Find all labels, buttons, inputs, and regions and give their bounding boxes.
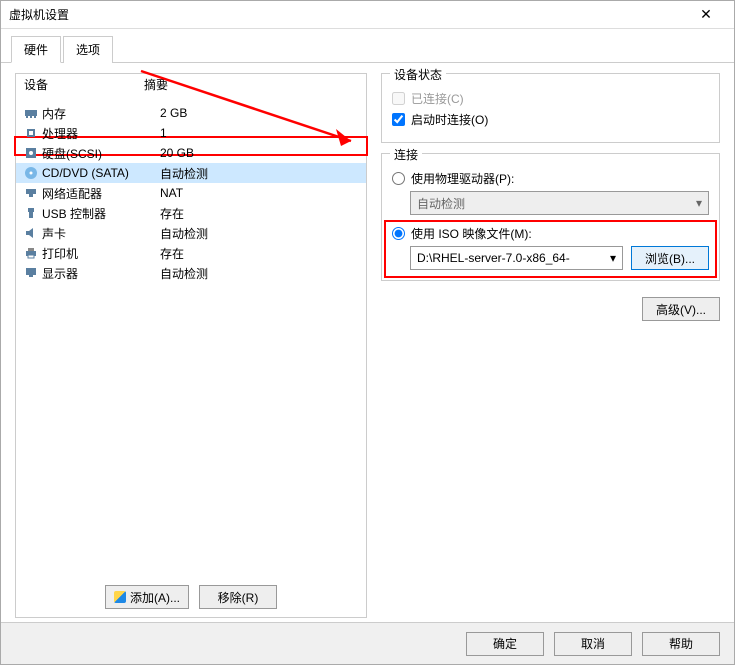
poweron-checkbox-input[interactable] [392,113,405,126]
device-config-panel: 设备状态 已连接(C) 启动时连接(O) 连接 使用物理驱动器(P): [381,73,720,618]
device-name: 硬盘(SCSI) [40,145,160,162]
shield-icon [114,591,126,603]
network-icon [22,185,40,201]
cancel-button[interactable]: 取消 [554,632,632,656]
device-summary: 20 GB [160,146,360,160]
content-area: 设备 摘要 内存2 GB处理器1硬盘(SCSI)20 GBCD/DVD (SAT… [1,63,734,628]
device-row[interactable]: 网络适配器NAT [16,183,366,203]
device-row[interactable]: 硬盘(SCSI)20 GB [16,143,366,163]
chevron-down-icon: ▾ [610,251,616,265]
use-physical-radio[interactable]: 使用物理驱动器(P): [392,170,709,187]
sound-icon [22,225,40,241]
status-group: 设备状态 已连接(C) 启动时连接(O) [381,73,720,143]
connected-checkbox-input [392,92,405,105]
device-summary: 存在 [160,245,360,262]
device-summary: 存在 [160,205,360,222]
use-physical-radio-input[interactable] [392,172,405,185]
memory-icon [22,105,40,121]
help-button[interactable]: 帮助 [642,632,720,656]
ok-button[interactable]: 确定 [466,632,544,656]
device-name: USB 控制器 [40,205,160,222]
device-summary: NAT [160,186,360,200]
connection-group: 连接 使用物理驱动器(P): 自动检测 ▾ 使用 ISO 映像文件(M): [381,153,720,281]
cpu-icon [22,125,40,141]
disk-icon [22,145,40,161]
dialog-footer: 确定 取消 帮助 [1,622,734,664]
use-iso-radio-input[interactable] [392,227,405,240]
browse-button[interactable]: 浏览(B)... [631,246,709,270]
use-iso-radio[interactable]: 使用 ISO 映像文件(M): [392,225,709,242]
physical-drive-dropdown[interactable]: 自动检测 ▾ [410,191,709,215]
tab-options[interactable]: 选项 [63,36,113,63]
device-name: 显示器 [40,265,160,282]
header-summary: 摘要 [144,76,168,93]
device-name: 网络适配器 [40,185,160,202]
device-name: 声卡 [40,225,160,242]
device-row[interactable]: 声卡自动检测 [16,223,366,243]
poweron-checkbox[interactable]: 启动时连接(O) [392,111,709,128]
cd-icon [22,165,40,181]
device-name: 打印机 [40,245,160,262]
device-row[interactable]: 内存2 GB [16,103,366,123]
device-summary: 2 GB [160,106,360,120]
device-list[interactable]: 内存2 GB处理器1硬盘(SCSI)20 GBCD/DVD (SATA)自动检测… [16,97,366,577]
device-row[interactable]: CD/DVD (SATA)自动检测 [16,163,366,183]
device-row[interactable]: USB 控制器存在 [16,203,366,223]
status-group-title: 设备状态 [390,66,446,83]
usb-icon [22,205,40,221]
tabs: 硬件 选项 [1,29,734,63]
add-button[interactable]: 添加(A)... [105,585,189,609]
header-device: 设备 [24,76,144,93]
device-list-panel: 设备 摘要 内存2 GB处理器1硬盘(SCSI)20 GBCD/DVD (SAT… [15,73,367,618]
connected-checkbox[interactable]: 已连接(C) [392,90,709,107]
close-button[interactable]: ✕ [686,6,726,23]
device-name: CD/DVD (SATA) [40,166,160,180]
chevron-down-icon: ▾ [696,196,702,210]
connection-group-title: 连接 [390,146,422,163]
vm-settings-window: 虚拟机设置 ✕ 硬件 选项 设备 摘要 内存2 GB处理器1硬盘(SCSI)20… [0,0,735,665]
display-icon [22,265,40,281]
device-row[interactable]: 处理器1 [16,123,366,143]
device-name: 内存 [40,105,160,122]
printer-icon [22,245,40,261]
advanced-button[interactable]: 高级(V)... [642,297,720,321]
device-summary: 1 [160,126,360,140]
device-name: 处理器 [40,125,160,142]
remove-button[interactable]: 移除(R) [199,585,277,609]
device-row[interactable]: 显示器自动检测 [16,263,366,283]
device-summary: 自动检测 [160,265,360,282]
iso-path-dropdown[interactable]: D:\RHEL-server-7.0-x86_64- ▾ [410,246,623,270]
advanced-row: 高级(V)... [381,291,720,321]
device-row[interactable]: 打印机存在 [16,243,366,263]
device-list-buttons: 添加(A)... 移除(R) [16,577,366,617]
device-summary: 自动检测 [160,165,360,182]
titlebar: 虚拟机设置 ✕ [1,1,734,29]
device-summary: 自动检测 [160,225,360,242]
window-title: 虚拟机设置 [9,6,69,23]
devlist-header: 设备 摘要 [16,74,366,97]
tab-hardware[interactable]: 硬件 [11,36,61,63]
